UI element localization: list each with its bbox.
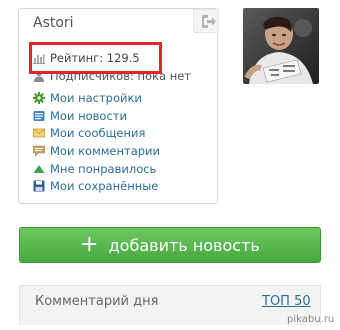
plus-icon: + — [80, 232, 99, 257]
menu-item-messages[interactable]: Мои сообщения — [33, 125, 145, 141]
logout-icon[interactable] — [193, 9, 219, 33]
menu-item-label: Мои комментарии — [50, 144, 161, 158]
news-icon — [33, 111, 45, 121]
menu-item-liked[interactable]: Мне понравилось — [33, 161, 156, 177]
thumb-up-icon — [33, 165, 45, 173]
envelope-icon — [33, 128, 45, 138]
menu-item-saved[interactable]: Мои сохранённые — [33, 178, 158, 194]
username[interactable]: Astori — [33, 15, 74, 31]
menu-item-label: Мои новости — [50, 109, 127, 123]
menu-item-label: Мне понравилось — [50, 162, 157, 176]
rating-highlight-box — [29, 42, 162, 74]
add-news-label: добавить новость — [108, 235, 260, 255]
top-50-link[interactable]: ТОП 50 — [262, 294, 311, 309]
menu-item-settings[interactable]: Мои настройки — [33, 90, 142, 106]
add-news-button[interactable]: + добавить новость — [19, 227, 321, 263]
profile-card: Astori Рейтинг: 129.5 Подписчиков: пока … — [18, 8, 219, 204]
comment-of-day-title: Комментарий дня — [35, 294, 159, 309]
comment-icon — [33, 145, 45, 157]
gear-icon — [33, 92, 45, 104]
menu-item-label: Мои настройки — [50, 91, 142, 105]
menu-item-news[interactable]: Мои новости — [33, 108, 127, 124]
floppy-disk-icon — [33, 180, 45, 192]
menu-item-label: Мои сохранённые — [50, 179, 159, 193]
menu-item-comments[interactable]: Мои комментарии — [33, 143, 160, 159]
menu-item-label: Мои сообщения — [50, 126, 146, 140]
avatar-image — [243, 8, 319, 84]
comment-of-day-panel: Комментарий дня ТОП 50 — [19, 285, 321, 325]
watermark: pikabu.ru — [287, 314, 335, 325]
avatar[interactable] — [243, 8, 319, 84]
